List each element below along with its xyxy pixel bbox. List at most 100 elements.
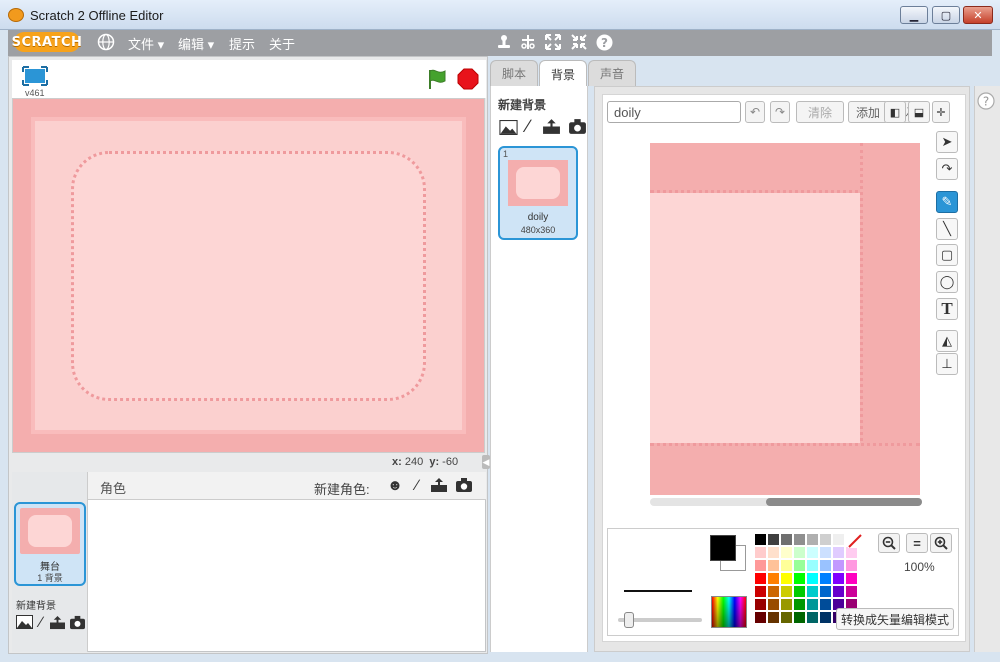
clear-button[interactable]: 清除 [796,101,844,123]
color-swatch[interactable] [793,533,806,546]
color-swatch[interactable] [845,585,858,598]
camera-backdrop-icon[interactable] [567,117,587,135]
backdrop-library-icon[interactable] [498,118,518,136]
stage-thumbnail[interactable]: 舞台 1 背景 [14,502,86,586]
reshape-tool-icon[interactable]: ↷ [936,158,958,180]
add-button[interactable]: 添加 [848,101,888,123]
minimize-button[interactable]: ▁ [900,6,928,24]
zoom-reset-button[interactable]: = [906,533,928,553]
set-center-icon[interactable]: ✛ [932,101,950,123]
color-swatch[interactable] [819,598,832,611]
color-swatch[interactable] [767,585,780,598]
color-swatch[interactable] [754,585,767,598]
color-swatch[interactable] [819,533,832,546]
globe-icon[interactable] [96,32,116,52]
color-swatch[interactable] [806,559,819,572]
no-color-swatch[interactable] [848,534,862,548]
color-swatch[interactable] [780,559,793,572]
color-swatch[interactable] [819,546,832,559]
color-swatch[interactable] [767,533,780,546]
stamp-icon[interactable] [494,32,514,52]
color-swatch[interactable] [845,559,858,572]
ellipse-tool-icon[interactable]: ◯ [936,271,958,293]
text-tool-icon[interactable]: T [936,298,958,320]
maximize-button[interactable]: ▢ [932,6,960,24]
green-flag-icon[interactable] [426,68,448,90]
menu-about[interactable]: 关于 [269,34,295,53]
color-swatch[interactable] [819,572,832,585]
tips-help-icon[interactable]: ? [977,92,995,110]
menu-file[interactable]: 文件 ▾ [128,34,164,53]
undo-button[interactable]: ↶ [745,101,765,123]
brush-size-slider-knob[interactable] [624,612,634,628]
color-swatch[interactable] [780,585,793,598]
color-swatch[interactable] [780,533,793,546]
color-swatch[interactable] [793,572,806,585]
color-swatch[interactable] [767,598,780,611]
fill-tool-icon[interactable]: ◭ [936,330,958,352]
stamp-tool-icon[interactable]: ⊥ [936,353,958,375]
paint-backdrop-icon[interactable]: ∕ [520,116,536,136]
backdrop-item-doily[interactable]: 1 doily 480x360 [498,146,578,240]
presentation-mode-icon[interactable] [22,66,48,88]
color-swatch[interactable] [780,598,793,611]
close-button[interactable]: ✕ [963,6,993,24]
primary-color-swatch[interactable] [710,535,736,561]
color-swatch[interactable] [754,533,767,546]
zoom-out-button[interactable] [878,533,900,553]
color-swatch[interactable] [832,559,845,572]
color-swatch[interactable] [819,611,832,624]
help-icon[interactable]: ? [594,32,614,52]
tab-scripts[interactable]: 脚本 [490,60,538,86]
color-swatch[interactable] [819,559,832,572]
horizontal-scrollbar-thumb[interactable] [766,498,922,506]
stop-sign-icon[interactable] [457,68,479,90]
color-swatch[interactable] [832,585,845,598]
color-swatch[interactable] [767,611,780,624]
costume-name-input[interactable] [607,101,741,123]
select-tool-icon[interactable]: ➤ [936,131,958,153]
camera-sprite-icon[interactable] [455,476,473,494]
color-swatch[interactable] [754,598,767,611]
color-swatch[interactable] [793,546,806,559]
menu-tips[interactable]: 提示 [229,34,255,53]
color-swatch[interactable] [767,572,780,585]
zoom-in-button[interactable] [930,533,952,553]
upload-backdrop-icon-left[interactable] [48,614,66,630]
upload-backdrop-icon[interactable] [541,117,561,135]
color-swatch[interactable] [832,533,845,546]
color-swatch[interactable] [754,611,767,624]
redo-button[interactable]: ↷ [770,101,790,123]
shrink-icon[interactable] [569,32,589,52]
color-swatch[interactable] [793,585,806,598]
sprite-library-icon[interactable]: ☻ [386,476,404,494]
color-swatch[interactable] [754,559,767,572]
color-swatch[interactable] [754,546,767,559]
stage-canvas[interactable] [12,98,485,453]
color-swatch[interactable] [806,585,819,598]
color-swatch[interactable] [793,598,806,611]
color-swatch[interactable] [793,559,806,572]
upload-sprite-icon[interactable] [430,476,448,494]
color-swatch[interactable] [780,546,793,559]
color-swatch[interactable] [832,546,845,559]
color-swatch[interactable] [780,611,793,624]
color-swatch[interactable] [780,572,793,585]
color-swatch[interactable] [754,572,767,585]
color-swatch[interactable] [806,533,819,546]
flip-vertical-icon[interactable]: ⬓ [908,101,930,123]
color-swatch[interactable] [845,572,858,585]
paint-backdrop-icon-left[interactable]: ∕ [34,614,48,631]
color-swatch[interactable] [806,546,819,559]
rectangle-tool-icon[interactable]: ▢ [936,244,958,266]
color-swatch[interactable] [793,611,806,624]
convert-to-vector-button[interactable]: 转换成矢量编辑模式 [836,608,954,630]
color-swatch[interactable] [806,598,819,611]
backdrop-library-icon-left[interactable] [15,614,33,630]
color-swatch[interactable] [832,572,845,585]
line-tool-icon[interactable]: ╲ [936,218,958,240]
paint-sprite-icon[interactable]: ∕ [408,476,426,494]
camera-backdrop-icon-left[interactable] [68,614,86,630]
color-swatch[interactable] [819,585,832,598]
grow-icon[interactable] [543,32,563,52]
